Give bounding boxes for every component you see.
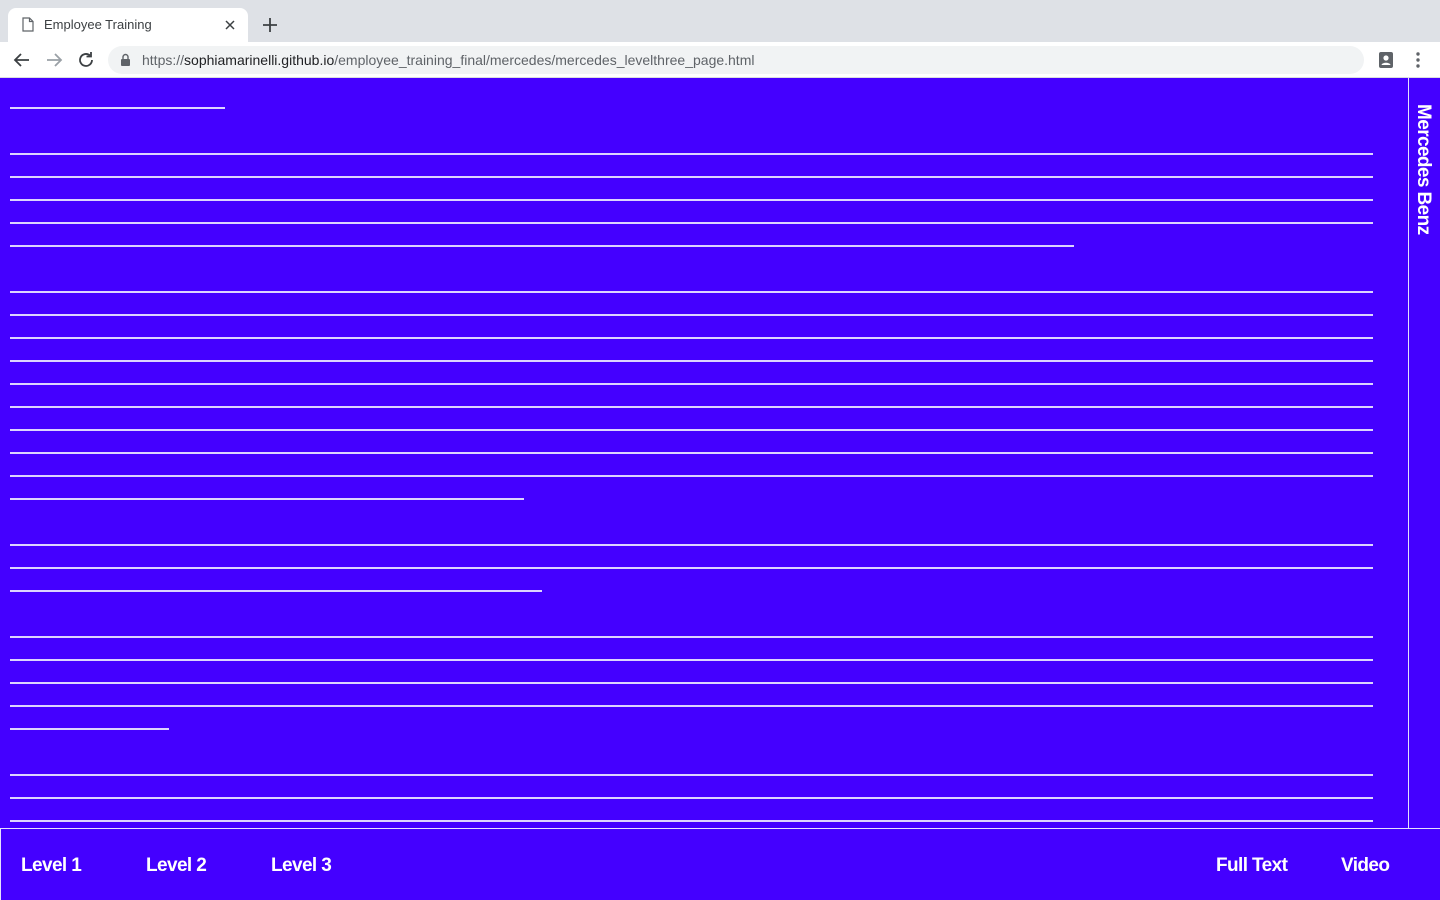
text-line xyxy=(10,659,1373,661)
text-line xyxy=(10,636,1373,638)
text-line xyxy=(10,245,1074,247)
text-line xyxy=(10,797,1373,799)
text-line xyxy=(10,590,542,592)
close-icon[interactable] xyxy=(222,17,238,33)
page-icon xyxy=(22,17,34,32)
text-line xyxy=(10,360,1373,362)
nav-level-2[interactable]: Level 2 xyxy=(146,855,207,877)
reload-icon[interactable] xyxy=(76,50,96,70)
text-line xyxy=(10,176,1373,178)
nav-level-3[interactable]: Level 3 xyxy=(271,855,332,877)
text-line xyxy=(10,452,1373,454)
text-line xyxy=(10,498,524,500)
browser-toolbar: https://sophiamarinelli.github.io/employ… xyxy=(0,42,1440,78)
text-line xyxy=(10,682,1373,684)
nav-full-text[interactable]: Full Text xyxy=(1216,855,1288,877)
browser-tabstrip: Employee Training xyxy=(0,0,1440,42)
tab-title: Employee Training xyxy=(44,17,152,32)
article-content xyxy=(0,78,1408,828)
text-line xyxy=(10,429,1373,431)
bottom-nav: Level 1 Level 2 Level 3 Full Text Video xyxy=(0,828,1440,900)
text-line xyxy=(10,337,1373,339)
brand-title: Mercedes Benz xyxy=(1413,104,1434,235)
text-line xyxy=(10,291,1373,293)
text-line xyxy=(10,199,1373,201)
text-line xyxy=(10,153,1373,155)
nav-level-1[interactable]: Level 1 xyxy=(21,855,82,877)
arrow-left-icon[interactable] xyxy=(12,50,32,70)
text-line xyxy=(10,705,1373,707)
text-line xyxy=(10,383,1373,385)
text-line xyxy=(10,820,1373,822)
text-line xyxy=(10,406,1373,408)
side-title-panel: Mercedes Benz xyxy=(1408,78,1440,828)
lock-icon xyxy=(121,53,130,66)
kebab-menu-icon[interactable] xyxy=(1410,50,1426,70)
arrow-right-icon[interactable] xyxy=(44,50,64,70)
nav-video[interactable]: Video xyxy=(1341,855,1390,877)
url-scheme: https:// xyxy=(142,52,185,68)
profile-icon[interactable] xyxy=(1376,50,1396,70)
text-line xyxy=(10,314,1373,316)
url-text: https://sophiamarinelli.github.io/employ… xyxy=(142,52,754,68)
plus-icon[interactable] xyxy=(260,15,280,35)
browser-tab[interactable]: Employee Training xyxy=(8,8,248,42)
text-line xyxy=(10,544,1373,546)
page-viewport: Mercedes Benz Level 1 Level 2 Level 3 Fu… xyxy=(0,78,1440,900)
text-line xyxy=(10,728,169,730)
url-host: sophiamarinelli.github.io xyxy=(184,52,335,68)
text-line xyxy=(10,222,1373,224)
url-path: /employee_training_final/mercedes/merced… xyxy=(334,52,755,68)
text-line xyxy=(10,475,1373,477)
text-line xyxy=(10,567,1373,569)
text-line xyxy=(10,774,1373,776)
text-line xyxy=(10,107,225,109)
address-bar[interactable]: https://sophiamarinelli.github.io/employ… xyxy=(108,46,1364,74)
